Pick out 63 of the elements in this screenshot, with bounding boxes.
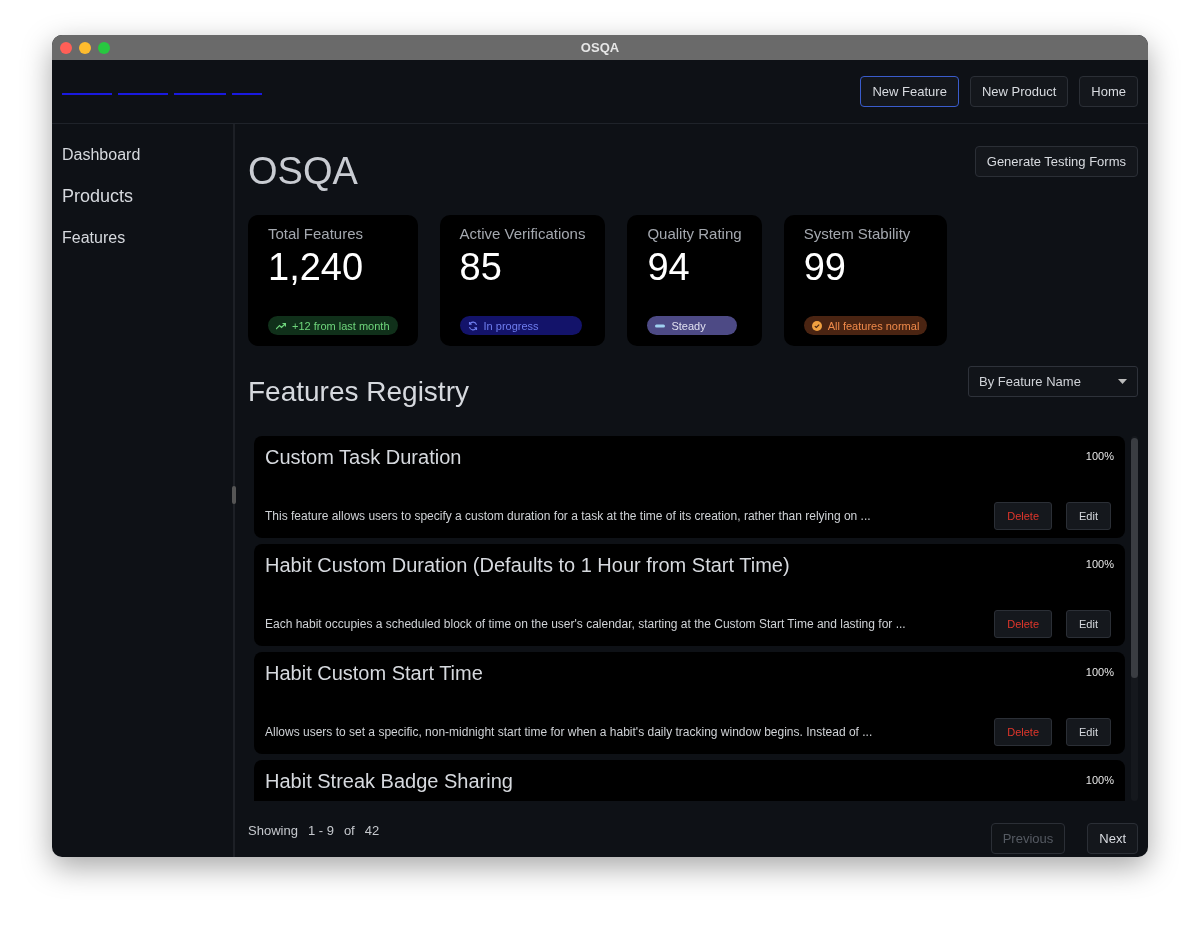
completion-percent: 100% (1085, 774, 1114, 786)
feature-description: Allows users to set a specific, non-midnight start time for when a habit's daily tracking window begins. Instead of ... (265, 725, 873, 739)
delete-button[interactable]: Delete (994, 502, 1053, 530)
feature-name: Custom Task Duration (265, 446, 462, 469)
feature-card[interactable]: Custom Task Duration 100% This feature allows users to specify a custom duration for a task at the time of its creation, rather than relying on ... Delete Edit (254, 436, 1125, 538)
stat-value: 85 (459, 246, 502, 289)
link-underline[interactable] (174, 92, 226, 95)
edit-button[interactable]: Edit (1066, 718, 1111, 746)
stat-value: 99 (803, 246, 846, 289)
refresh-icon (467, 320, 478, 331)
pagination-button[interactable]: Next (1087, 823, 1138, 854)
caret-icon (1118, 379, 1127, 384)
feature-name: Habit Custom Start Time (265, 662, 483, 685)
zoom-button[interactable] (98, 42, 110, 54)
trend-up-icon (276, 321, 286, 330)
status-badge: +12 from last month (268, 316, 398, 335)
of-label: of (343, 823, 355, 838)
link-underline[interactable] (62, 92, 112, 95)
scrollbar[interactable] (1131, 436, 1138, 801)
sidebar-item[interactable]: Products (62, 186, 223, 207)
resize-handle[interactable] (232, 486, 236, 504)
showing-label: Showing (248, 823, 298, 838)
delete-button[interactable]: Delete (994, 610, 1053, 638)
stat-value: 1,240 (268, 246, 364, 289)
completion-percent: 100% (1085, 450, 1114, 462)
minus-icon (655, 323, 666, 328)
feature-name: Habit Custom Duration (Defaults to 1 Hour from Start Time) (265, 554, 790, 577)
feature-description: This feature allows users to specify a custom duration for a task at the time of its creation, rather than relying on ... (265, 509, 871, 523)
stat-label: Active Verifications (459, 225, 586, 242)
generate-forms-button[interactable]: Generate Testing Forms (974, 146, 1138, 177)
link-underline[interactable] (232, 92, 262, 95)
feature-card[interactable]: Habit Custom Start Time 100% Allows users to set a specific, non-midnight start time for when a habit's daily tracking window begins. Instead of ... Delete Edit (254, 652, 1125, 754)
minimize-button[interactable] (79, 42, 91, 54)
status-badge: All features normal (803, 316, 928, 335)
feature-name: Habit Streak Badge Sharing (265, 770, 513, 793)
check-circle-icon (811, 320, 822, 331)
completion-percent: 100% (1085, 666, 1114, 678)
edit-button[interactable]: Edit (1066, 502, 1111, 530)
total-count: 42 (364, 823, 380, 838)
edit-button[interactable]: Edit (1066, 610, 1111, 638)
delete-button[interactable]: Delete (994, 718, 1053, 746)
section-title: Features Registry (248, 376, 469, 408)
completion-percent: 100% (1085, 558, 1114, 570)
sort-dropdown[interactable]: By Feature Name (968, 366, 1138, 397)
close-button[interactable] (60, 42, 72, 54)
status-badge: In progress (459, 316, 582, 335)
nav-button[interactable]: New Product (969, 76, 1069, 107)
status-badge: Steady (647, 316, 738, 335)
stat-label: System Stability (803, 225, 911, 242)
window-title: OSQA (580, 40, 620, 55)
link-underline[interactable] (118, 92, 168, 95)
page-title: OSQA (248, 150, 358, 193)
nav-button[interactable]: New Feature (860, 76, 959, 107)
stat-value: 94 (647, 246, 690, 289)
stat-label: Quality Rating (647, 225, 742, 242)
feature-card[interactable]: Habit Streak Badge Sharing 100% (254, 760, 1125, 801)
sidebar-item[interactable]: Features (62, 229, 223, 247)
feature-description: Each habit occupies a scheduled block of time on the user's calendar, starting at the Custom Start Time and lasting for ... (265, 617, 906, 631)
nav-button[interactable]: Home (1079, 76, 1138, 107)
feature-card[interactable]: Habit Custom Duration (Defaults to 1 Hour from Start Time) 100% Each habit occupies a scheduled block of time on the user's calendar, starting at the Custom Start Time and lasting for ... Delete Edit (254, 544, 1125, 646)
stat-label: Total Features (268, 225, 364, 242)
sidebar-item[interactable]: Dashboard (62, 146, 223, 164)
page-range: 1 - 9 (307, 823, 334, 838)
